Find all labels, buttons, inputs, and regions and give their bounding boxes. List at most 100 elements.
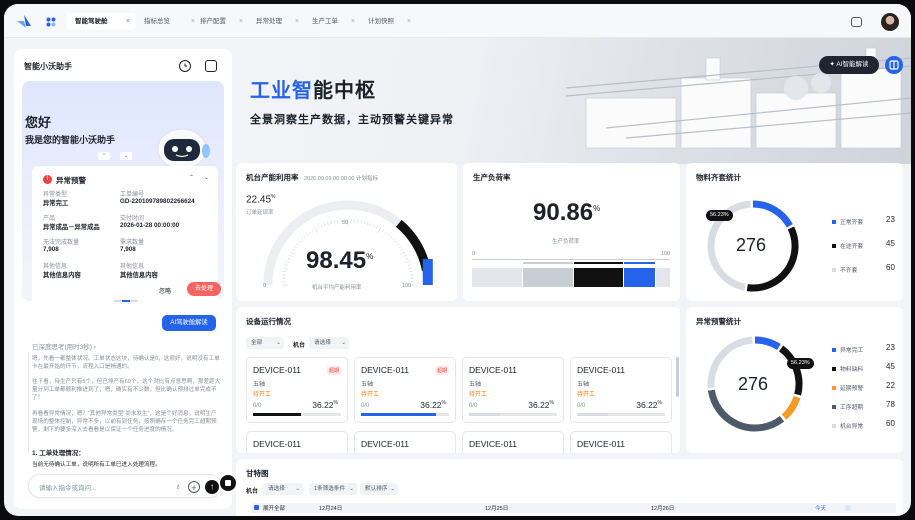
gauge-tick xyxy=(300,238,304,241)
legend-dot xyxy=(832,386,836,391)
add-icon[interactable]: + xyxy=(188,481,200,493)
device-pct: 36.22% xyxy=(312,400,338,410)
field-label: 产品 xyxy=(43,216,56,222)
gauge-tick xyxy=(370,223,372,227)
microphone-icon[interactable]: ♁ xyxy=(171,480,185,494)
close-icon[interactable]: × xyxy=(407,13,411,30)
pager-down-button[interactable]: ⌄ xyxy=(120,152,132,160)
chevron-down-icon: ⌄ xyxy=(349,486,354,492)
send-icon[interactable]: ↑ xyxy=(205,480,219,494)
device-card[interactable]: DEVICE-011 超期 五轴 待开工 0/0 36.22% xyxy=(354,357,456,423)
device-count: 0/0 xyxy=(253,403,262,409)
field-value: 其他信息内容 xyxy=(43,272,81,279)
chat-input[interactable]: 请输入指令或询问... ♁ + ↑ xyxy=(28,474,222,498)
gantt-sort[interactable]: 默认排序 ⌄ xyxy=(360,483,398,495)
gauge-tick xyxy=(283,267,287,269)
close-icon[interactable]: × xyxy=(295,13,299,30)
close-icon[interactable]: × xyxy=(239,13,243,30)
chevron-down-icon: ⌄ xyxy=(390,486,395,492)
gauge-tick xyxy=(394,240,397,243)
chevron-down-icon: ⌄ xyxy=(295,486,300,492)
legend-item: 不齐套 60 xyxy=(832,263,895,274)
gauge-tick xyxy=(363,221,366,225)
device-pct-unit: % xyxy=(441,400,446,407)
gauge-tick xyxy=(298,240,302,243)
ignore-button[interactable]: 忽略 xyxy=(159,286,171,295)
close-icon[interactable]: × xyxy=(126,13,130,30)
today-marker[interactable]: 今天 xyxy=(815,504,826,512)
gantt-header-row: 展开全部 12月24日 12月25日 12月26日 今天 xyxy=(252,503,896,513)
collapse-icon[interactable]: ⌃ xyxy=(189,174,194,181)
material-badge: 56.23% xyxy=(706,210,733,221)
device-card[interactable]: DEVICE-011 xyxy=(246,431,348,453)
tab-cockpit[interactable]: 智能驾驶舱 × xyxy=(66,13,136,30)
tab-schedule[interactable]: 排产配置 × xyxy=(191,13,249,30)
gauge-tick xyxy=(398,245,402,249)
utilization-panel: 机台产能利用率 2026.09.09 00:00:00 计划指标 22.45% … xyxy=(236,163,457,301)
history-hands xyxy=(184,63,187,67)
ai-cockpit-interpret-button[interactable]: AI驾驶舱解读 xyxy=(162,315,216,331)
apps-grid-icon[interactable] xyxy=(46,17,56,27)
load-segment xyxy=(472,268,522,287)
machine-filter[interactable]: 请选择 ⌄ xyxy=(309,337,349,349)
tab-exceptions[interactable]: 异常处理 × xyxy=(247,13,305,30)
field-value: 2026-01-28 00:00:00 xyxy=(120,222,180,229)
expand-icon[interactable]: ⌄ xyxy=(204,174,209,181)
panel-toggle-icon[interactable] xyxy=(885,56,903,74)
tab-snapshot[interactable]: 计划快照 × xyxy=(359,13,417,30)
stop-button[interactable] xyxy=(220,475,236,491)
device-card[interactable]: DEVICE-011 五轴 待开工 0/0 36.22% xyxy=(570,357,672,423)
tab-label: 排产配置 xyxy=(200,18,226,25)
device-name: DEVICE-011 xyxy=(577,439,626,449)
close-icon[interactable]: × xyxy=(351,13,355,30)
gauge-tick xyxy=(396,243,400,246)
device-card[interactable]: DEVICE-011 超期 五轴 待开工 0/0 36.22% xyxy=(246,357,348,423)
gantt-title: 甘特图 xyxy=(246,469,269,478)
material-badge-value: 56.23 xyxy=(710,212,724,218)
device-count: 0/0 xyxy=(361,403,370,409)
device-card[interactable]: DEVICE-011 xyxy=(462,431,564,453)
device-card[interactable]: DEVICE-011 xyxy=(354,431,456,453)
tab-label: 指标总览 xyxy=(144,18,170,25)
device-name: DEVICE-011 xyxy=(577,365,626,375)
load-segment xyxy=(523,268,573,287)
scrollbar[interactable] xyxy=(676,357,679,397)
new-chat-icon[interactable] xyxy=(205,60,217,72)
thinking-paragraph: 嗯，先看一都整体状况。工单状态这块，待确认是0，这很好，说明没有工单卡在最开始的… xyxy=(32,356,220,371)
gauge-tick xyxy=(407,264,411,266)
history-icon[interactable] xyxy=(179,60,191,72)
legend-dot xyxy=(832,424,836,429)
legend-item: 在途齐套 45 xyxy=(832,239,895,250)
device-pct-value: 36.22 xyxy=(312,400,334,410)
avatar[interactable] xyxy=(880,12,900,32)
gantt-machine-select[interactable]: 请选择 ⌄ xyxy=(263,483,303,495)
pager-up-button[interactable]: ⌃ xyxy=(98,152,110,160)
checkbox[interactable] xyxy=(254,505,259,510)
thinking-paragraph: 往下看，待生产只有5个，但已排产有69个，这个对比有点意思啊，那差距大量分到工单… xyxy=(32,379,221,402)
expand-all[interactable]: 展开全部 xyxy=(263,504,285,512)
handle-button[interactable]: 去处理 xyxy=(187,282,221,296)
gauge-tick xyxy=(330,221,332,225)
gauge-tick xyxy=(400,248,404,251)
device-card[interactable]: DEVICE-011 五轴 待开工 0/0 36.22% xyxy=(462,357,564,423)
donut-slice xyxy=(778,345,803,396)
legend-item: 正常齐套 23 xyxy=(832,215,895,226)
message-icon[interactable] xyxy=(851,17,862,27)
device-status: 待开工 xyxy=(361,392,380,398)
device-card[interactable]: DEVICE-011 xyxy=(570,431,672,453)
legend-dot xyxy=(832,244,836,249)
gantt-machine-label: 机台 xyxy=(246,489,259,495)
device-progress-fill xyxy=(361,413,436,416)
gantt-filter[interactable]: 1条筛选条件 ⌄ xyxy=(309,483,357,495)
status-filter[interactable]: 全部 ⌄ xyxy=(246,337,284,349)
tab-label: 智能驾驶舱 xyxy=(75,18,108,25)
load-min: 0 xyxy=(472,251,476,257)
device-pct-unit: % xyxy=(657,400,662,407)
ai-interpret-button[interactable]: ✦ AI智能解读 xyxy=(819,56,879,74)
gauge-tick xyxy=(283,271,287,273)
thinking-toggle[interactable]: 已深度思考(用时3秒) › xyxy=(32,341,96,351)
gauge-tick xyxy=(327,222,329,226)
device-pct-value: 36.22 xyxy=(636,400,658,410)
exceptions-title: 异常预警统计 xyxy=(696,317,741,326)
tab-work-orders[interactable]: 生产工单 × xyxy=(303,13,361,30)
